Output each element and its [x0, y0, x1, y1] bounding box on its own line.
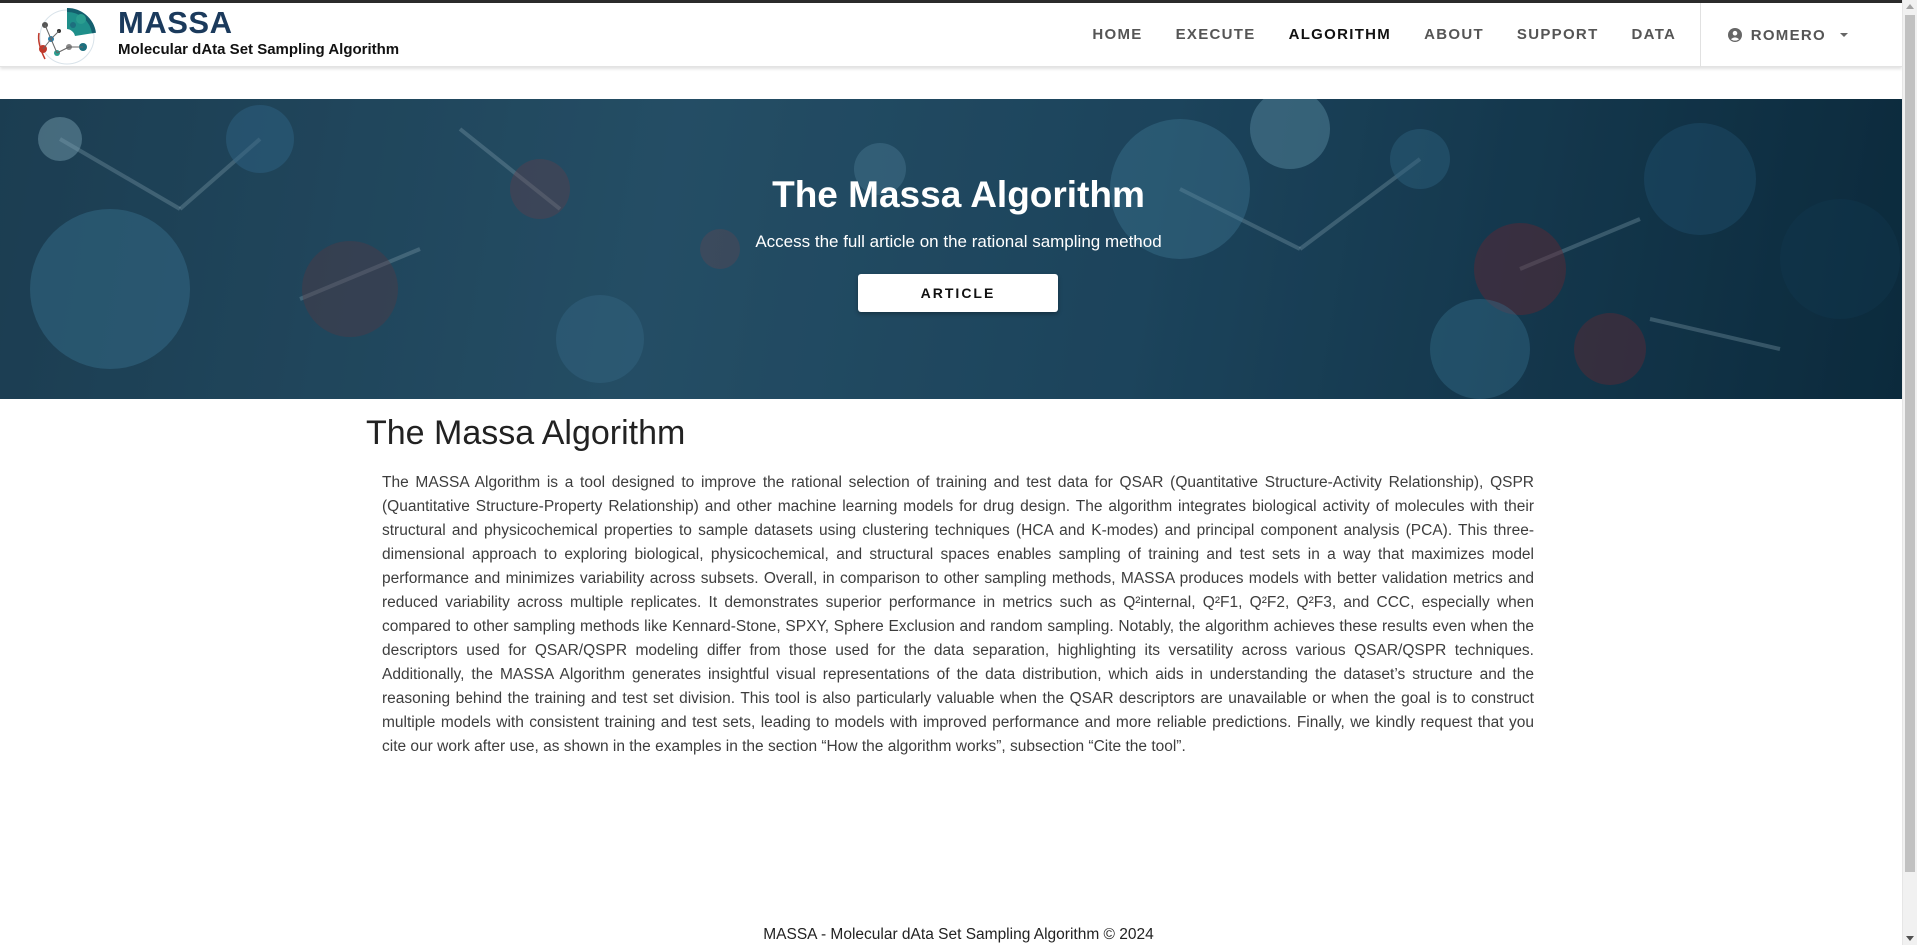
- vertical-scrollbar[interactable]: [1902, 0, 1917, 945]
- hero-title: The Massa Algorithm: [772, 174, 1145, 215]
- footer-copyright: MASSA - Molecular dAta Set Sampling Algo…: [763, 926, 1154, 943]
- algorithm-description: The MASSA Algorithm is a tool designed t…: [382, 474, 1534, 755]
- nav-algorithm[interactable]: ALGORITHM: [1272, 3, 1408, 67]
- nav-execute[interactable]: EXECUTE: [1159, 3, 1272, 67]
- caret-down-icon: [1840, 33, 1848, 37]
- scroll-up-arrow-icon[interactable]: [1906, 4, 1914, 9]
- nav-support[interactable]: SUPPORT: [1500, 3, 1615, 67]
- page-title: The Massa Algorithm: [366, 414, 686, 452]
- hero-subtitle: Access the full article on the rational …: [755, 232, 1162, 251]
- scrollbar-thumb[interactable]: [1905, 15, 1915, 872]
- page: MASSA Molecular dAta Set Sampling Algori…: [0, 0, 1917, 945]
- main-nav: HOME EXECUTE ALGORITHM ABOUT SUPPORT DAT…: [1076, 3, 1902, 67]
- nav-about[interactable]: ABOUT: [1408, 3, 1501, 67]
- nav-home[interactable]: HOME: [1076, 3, 1159, 67]
- hero-banner: The Massa Algorithm Access the full arti…: [0, 99, 1902, 399]
- brand-subtitle: Molecular dAta Set Sampling Algorithm: [118, 41, 400, 58]
- brand-title[interactable]: MASSA: [118, 5, 232, 41]
- user-name: ROMERO: [1750, 26, 1826, 44]
- molecule-logo-icon[interactable]: [29, 3, 103, 67]
- scroll-down-arrow-icon[interactable]: [1906, 936, 1914, 941]
- user-circle-icon: [1727, 28, 1742, 42]
- user-menu[interactable]: ROMERO: [1701, 3, 1902, 67]
- article-button[interactable]: ARTICLE: [858, 274, 1058, 312]
- navbar: MASSA Molecular dAta Set Sampling Algori…: [0, 3, 1902, 67]
- nav-data[interactable]: DATA: [1615, 3, 1693, 67]
